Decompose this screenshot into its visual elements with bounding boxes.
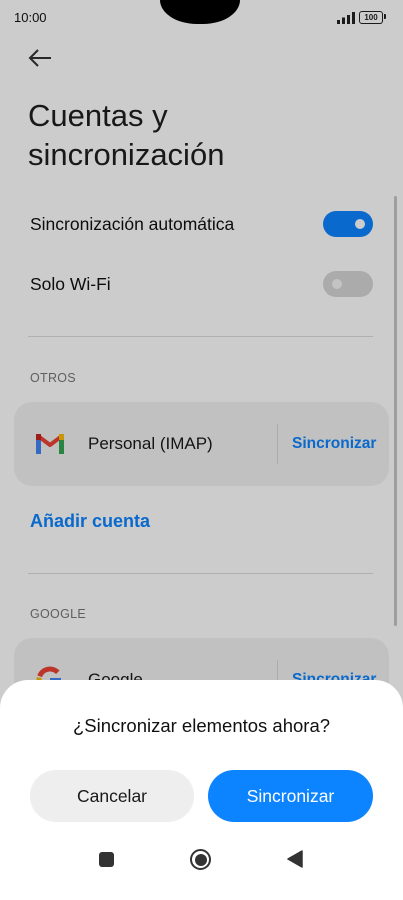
navigation-bar (0, 836, 403, 886)
cancel-button[interactable]: Cancelar (30, 770, 194, 822)
sync-dialog: ¿Sincronizar elementos ahora? Cancelar S… (0, 680, 403, 900)
dialog-question: ¿Sincronizar elementos ahora? (72, 715, 331, 736)
home-icon-dot (195, 854, 207, 866)
back-triangle-icon[interactable] (287, 850, 303, 868)
sync-now-button[interactable]: Sincronizar (208, 770, 373, 822)
recents-icon[interactable] (99, 852, 114, 867)
